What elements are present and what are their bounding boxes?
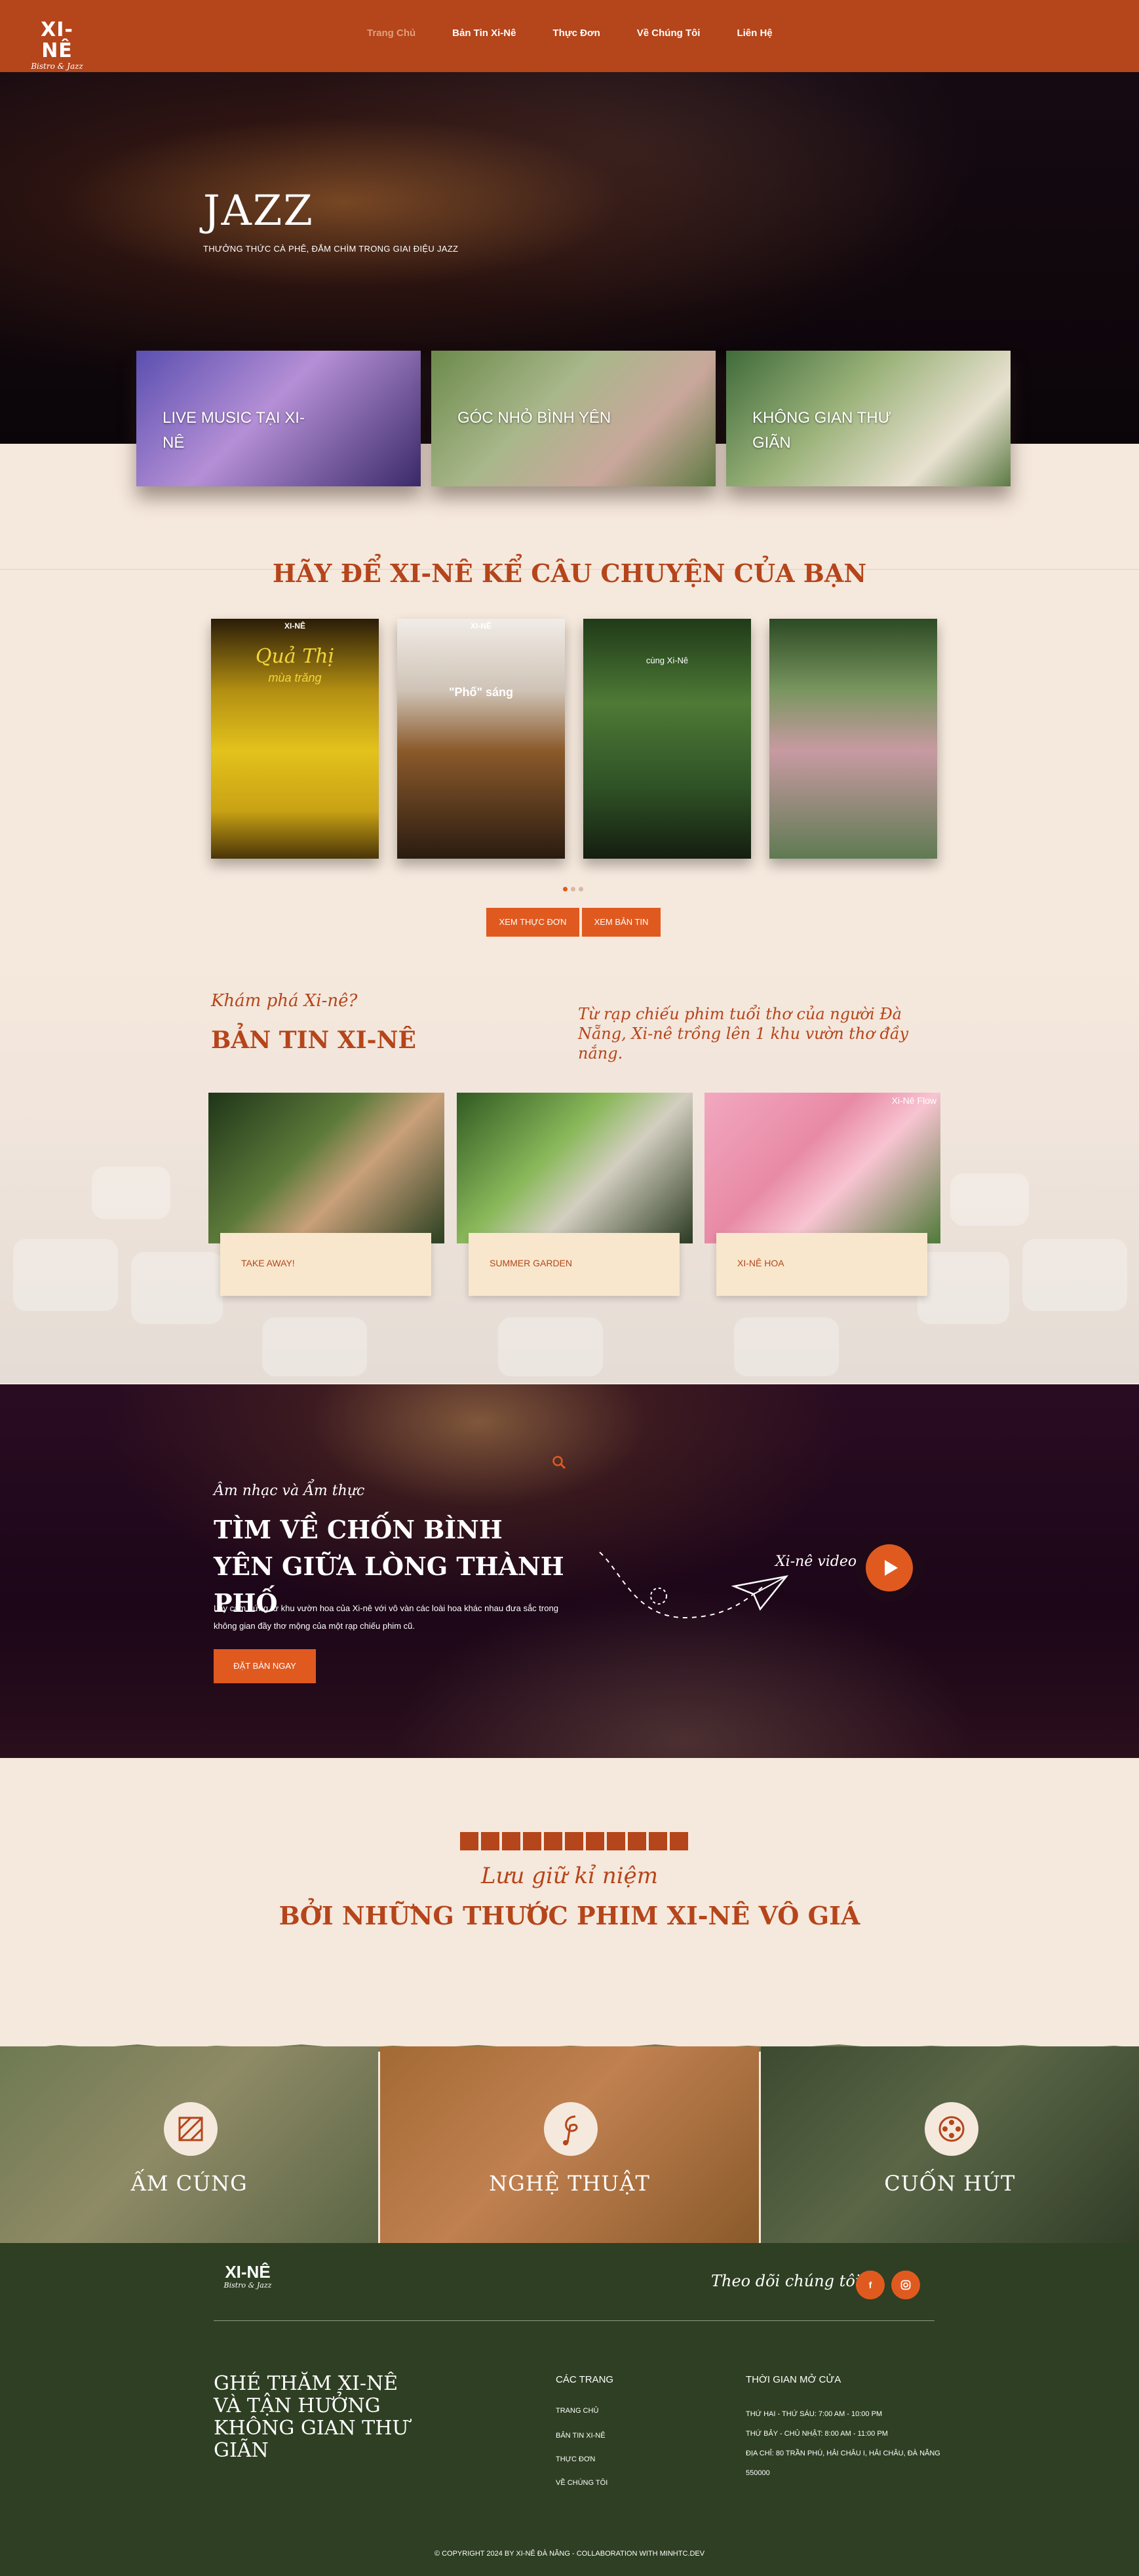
story-subtitle: "Phố" sáng (448, 686, 514, 699)
logo[interactable]: XI-NÊ Bistro & Jazz (28, 20, 87, 71)
footer-links-title: CÁC TRANG (556, 2374, 614, 2385)
nav-about[interactable]: Về Chúng Tôi (637, 28, 701, 39)
hero-title: JAZZ (203, 187, 314, 235)
footer-divider (214, 2320, 935, 2321)
footer-link-home[interactable]: TRANG CHỦ (556, 2407, 598, 2415)
paper-plane-icon (599, 1551, 789, 1619)
logo-main: XI-NÊ (41, 18, 73, 62)
footer-address: ĐỊA CHỈ: 80 TRẦN PHÚ, HẢI CHÂU I, HẢI CH… (746, 2449, 940, 2477)
play-video-button[interactable] (855, 1534, 923, 1602)
facebook-icon[interactable]: f (856, 2271, 885, 2299)
memory-panel-art[interactable]: NGHỆ THUẬT (380, 2046, 759, 2243)
site-header: XI-NÊ Bistro & Jazz Trang Chủ Bản Tin Xi… (0, 0, 1139, 72)
news-card-label: XI-NÊ HOA (737, 1258, 784, 1268)
memory-panel-captivating[interactable]: CUỐN HÚT (760, 2046, 1139, 2243)
story-title: Quả Thị (255, 645, 335, 668)
footer-logo-main: XI-NÊ (225, 2262, 271, 2282)
footer-slogan: GHÉ THĂM XI-NÊ VÀ TẬN HƯỞNG KHÔNG GIAN T… (214, 2372, 409, 2462)
news-title: BẢN TIN XI-NÊ (211, 1026, 416, 1054)
news-card-tag: Xi-Nê Flow (891, 1095, 936, 1106)
carousel-dots (563, 887, 583, 891)
news-card-caption: SUMMER GARDEN (469, 1233, 680, 1296)
memory-panel-label: CUỐN HÚT (884, 2171, 1016, 2196)
follow-us-label: Theo dõi chúng tôi (711, 2272, 860, 2290)
nav-contact[interactable]: Liên Hệ (737, 28, 772, 39)
memory-panels: ẤM CÚNG NGHỆ THUẬT CUỐN HÚT (0, 2046, 1139, 2243)
news-card-image (457, 1093, 693, 1243)
news-kicker: Khám phá Xi-nê? (211, 991, 358, 1011)
nav-home[interactable]: Trang Chủ (367, 28, 415, 39)
carousel-dot[interactable] (579, 887, 583, 891)
news-card-caption: TAKE AWAY! (220, 1233, 431, 1296)
main-nav: Trang Chủ Bản Tin Xi-Nê Thực Đơn Về Chún… (367, 28, 809, 39)
news-card-label: TAKE AWAY! (241, 1258, 295, 1268)
hero-card-live-music[interactable]: LIVE MUSIC TẠI XI-NÊ (136, 351, 421, 486)
copyright: © COPYRIGHT 2024 BY XI-NÊ ĐÀ NẴNG - COLL… (434, 2550, 705, 2558)
footer-link-about[interactable]: VỀ CHÚNG TÔI (556, 2479, 608, 2487)
memories-title: BỞI NHỮNG THƯỚC PHIM XI-NÊ VÔ GIÁ (279, 1901, 860, 1930)
news-quote: Từ rạp chiếu phim tuổi thơ của người Đà … (578, 1005, 909, 1063)
story-card[interactable]: XI-NÊ Quả Thị mùa trăng (211, 619, 379, 859)
ambience-description: Lấy cảm hứng từ khu vườn hoa của Xi-nê v… (214, 1603, 558, 1631)
story-subtitle: cùng Xi-Nê (646, 655, 689, 665)
memory-panel-cozy[interactable]: ẤM CÚNG (0, 2046, 379, 2243)
hero-card-quiet-corner[interactable]: GÓC NHỎ BÌNH YÊN (431, 351, 716, 486)
music-note-icon (544, 2102, 598, 2156)
news-card-image: Xi-Nê Flow (705, 1093, 940, 1243)
footer-link-news[interactable]: BẢN TIN XI-NÊ (556, 2432, 606, 2440)
video-label: Xi-nê video (775, 1553, 857, 1570)
story-card[interactable]: XI-NÊ "Phố" sáng (397, 619, 565, 859)
footer-hours-weekday: THỨ HAI - THỨ SÁU: 7:00 AM - 10:00 PM (746, 2410, 883, 2418)
hero-card-label: GÓC NHỎ BÌNH YÊN (457, 409, 611, 427)
news-card-image (208, 1093, 444, 1243)
story-card[interactable]: cùng Xi-Nê (583, 619, 751, 859)
news-card-label: SUMMER GARDEN (490, 1258, 573, 1268)
hero-card-label: KHÔNG GIAN THƯ GIÃN (752, 409, 892, 452)
cozy-icon (164, 2102, 218, 2156)
story-carousel: XI-NÊ Quả Thị mùa trăng XI-NÊ "Phố" sáng… (211, 619, 937, 859)
film-reel-icon (924, 2102, 978, 2156)
footer-link-menu[interactable]: THỰC ĐƠN (556, 2455, 595, 2463)
ambience-title-line: TÌM VỀ CHỐN BÌNH (214, 1515, 503, 1544)
footer-logo[interactable]: XI-NÊ Bistro & Jazz (218, 2263, 277, 2290)
story-brand: XI-NÊ (284, 621, 305, 631)
play-icon (866, 1544, 913, 1591)
carousel-dot[interactable] (571, 887, 575, 891)
view-menu-button[interactable]: XEM THỰC ĐƠN (486, 908, 579, 937)
story-brand: XI-NÊ (470, 621, 492, 631)
news-card-take-away[interactable]: TAKE AWAY! (208, 1093, 444, 1296)
story-card[interactable] (769, 619, 937, 859)
search-icon[interactable] (552, 1455, 566, 1473)
view-news-button[interactable]: XEM BẢN TIN (582, 908, 661, 937)
hero-card-relax-space[interactable]: KHÔNG GIAN THƯ GIÃN (726, 351, 1011, 486)
hero-card-label: LIVE MUSIC TẠI XI-NÊ (163, 409, 305, 452)
instagram-icon[interactable] (891, 2271, 920, 2299)
stories-title: HÃY ĐỂ XI-NÊ KỂ CÂU CHUYỆN CỦA BẠN (272, 558, 867, 588)
news-card-flowers[interactable]: Xi-Nê Flow XI-NÊ HOA (705, 1093, 940, 1296)
carousel-dot[interactable] (563, 887, 568, 891)
footer-logo-sub: Bistro & Jazz (223, 2281, 272, 2290)
story-subtitle: mùa trăng (268, 671, 322, 684)
nav-menu[interactable]: Thực Đơn (552, 28, 600, 39)
book-table-button[interactable]: ĐẶT BÀN NGAY (214, 1649, 316, 1683)
memory-panel-label: NGHỆ THUẬT (489, 2171, 650, 2196)
news-card-summer-garden[interactable]: SUMMER GARDEN (457, 1093, 693, 1296)
film-strip-decoration (460, 1832, 688, 1850)
memory-panel-label: ẤM CÚNG (130, 2171, 248, 2196)
footer-hours-title: THỜI GIAN MỞ CỬA (746, 2374, 841, 2385)
hero-cards: LIVE MUSIC TẠI XI-NÊ GÓC NHỎ BÌNH YÊN KH… (136, 351, 1011, 486)
ambience-kicker: Âm nhạc và Ẩm thực (214, 1483, 365, 1499)
news-card-caption: XI-NÊ HOA (716, 1233, 927, 1296)
logo-sub: Bistro & Jazz (31, 62, 83, 71)
nav-news[interactable]: Bản Tin Xi-Nê (452, 28, 516, 39)
hero-subtitle: THƯỞNG THỨC CÀ PHÊ, ĐẮM CHÌM TRONG GIAI … (203, 244, 459, 254)
footer-hours-weekend: THỨ BẢY - CHỦ NHẬT: 8:00 AM - 11:00 PM (746, 2430, 888, 2438)
page: XI-NÊ Bistro & Jazz Trang Chủ Bản Tin Xi… (0, 0, 1139, 2576)
memories-kicker: Lưu giữ kỉ niệm (481, 1863, 658, 1889)
